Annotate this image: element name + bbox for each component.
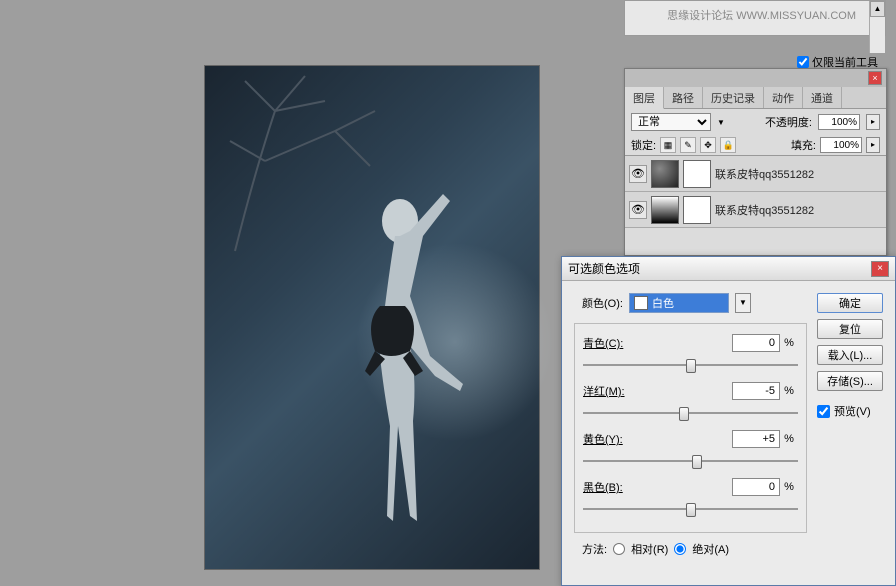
visibility-icon[interactable]: 👁	[629, 165, 647, 183]
absolute-label: 绝对(A)	[692, 541, 729, 557]
pct-label: %	[780, 385, 798, 397]
relative-radio[interactable]	[613, 543, 625, 555]
yellow-slider[interactable]	[583, 452, 798, 470]
color-dropdown[interactable]: 白色	[629, 293, 729, 313]
panel-header: ×	[625, 69, 886, 87]
lock-position-icon[interactable]: ✥	[700, 137, 716, 153]
dialog-titlebar[interactable]: 可选颜色选项 ×	[562, 257, 895, 281]
blend-mode-select[interactable]: 正常	[631, 113, 711, 131]
opacity-input[interactable]	[818, 114, 860, 130]
dialog-close-button[interactable]: ×	[871, 261, 889, 277]
tab-history[interactable]: 历史记录	[703, 87, 764, 108]
tool-only-checkbox[interactable]	[797, 56, 809, 68]
load-button[interactable]: 载入(L)...	[817, 345, 883, 365]
black-input[interactable]	[732, 478, 780, 496]
method-row: 方法: 相对(R) 绝对(A)	[574, 541, 807, 557]
panel-close-button[interactable]: ×	[868, 71, 882, 85]
visibility-icon[interactable]: 👁	[629, 201, 647, 219]
tab-layers[interactable]: 图层	[625, 87, 664, 109]
fill-input[interactable]	[820, 137, 862, 153]
pct-label: %	[780, 337, 798, 349]
lock-transparency-icon[interactable]: ▦	[660, 137, 676, 153]
dialog-title: 可选颜色选项	[568, 260, 640, 277]
preview-label: 预览(V)	[834, 403, 871, 419]
slider-group: 青色(C):% 洋红(M):% 黄色(Y):% 黑色(B):%	[574, 323, 807, 533]
selective-color-dialog: 可选颜色选项 × 颜色(O): 白色 ▼ 青色(C):% 洋红(M):% 黄色(…	[561, 256, 896, 586]
magenta-slider[interactable]	[583, 404, 798, 422]
layer-item[interactable]: 👁 联系皮特qq3551282	[625, 192, 886, 228]
pct-label: %	[780, 481, 798, 493]
layer-name-label: 联系皮特qq3551282	[715, 166, 814, 182]
tab-paths[interactable]: 路径	[664, 87, 703, 108]
yellow-input[interactable]	[732, 430, 780, 448]
layer-name-label: 联系皮特qq3551282	[715, 202, 814, 218]
color-label: 颜色(O):	[582, 295, 623, 311]
layer-mask-thumbnail[interactable]	[683, 160, 711, 188]
yellow-label: 黄色(Y):	[583, 431, 641, 447]
layer-item[interactable]: 👁 联系皮特qq3551282	[625, 156, 886, 192]
layer-thumbnail[interactable]	[651, 196, 679, 224]
scrollbar[interactable]: ▲	[869, 1, 885, 53]
ok-button[interactable]: 确定	[817, 293, 883, 313]
preview-row: 预览(V)	[817, 403, 883, 419]
tab-channels[interactable]: 通道	[803, 87, 842, 108]
fill-arrow-icon[interactable]: ▸	[866, 137, 880, 153]
opacity-label: 不透明度:	[765, 114, 812, 130]
black-slider[interactable]	[583, 500, 798, 518]
cyan-input[interactable]	[732, 334, 780, 352]
layer-thumbnail[interactable]	[651, 160, 679, 188]
lock-all-icon[interactable]: 🔒	[720, 137, 736, 153]
dancer-figure	[295, 176, 495, 556]
lock-label: 锁定:	[631, 137, 656, 153]
canvas-image[interactable]	[204, 65, 540, 570]
tab-actions[interactable]: 动作	[764, 87, 803, 108]
dropdown-arrow-icon[interactable]: ▼	[735, 293, 751, 313]
method-label: 方法:	[582, 541, 607, 557]
blend-mode-row: 正常 ▼ 不透明度: ▸	[625, 109, 886, 135]
save-button[interactable]: 存储(S)...	[817, 371, 883, 391]
lock-pixels-icon[interactable]: ✎	[680, 137, 696, 153]
cyan-label: 青色(C):	[583, 335, 641, 351]
scroll-up-icon[interactable]: ▲	[870, 1, 885, 17]
color-swatch-icon	[634, 296, 648, 310]
relative-label: 相对(R)	[631, 541, 668, 557]
cancel-button[interactable]: 复位	[817, 319, 883, 339]
black-label: 黑色(B):	[583, 479, 641, 495]
color-selected-label: 白色	[652, 295, 674, 311]
fill-label: 填充:	[791, 137, 816, 153]
pct-label: %	[780, 433, 798, 445]
layer-list: 👁 联系皮特qq3551282 👁 联系皮特qq3551282	[625, 155, 886, 228]
watermark-text: 思缘设计论坛 WWW.MISSYUAN.COM	[667, 7, 856, 23]
layers-panel: × 图层 路径 历史记录 动作 通道 正常 ▼ 不透明度: ▸ 锁定: ▦ ✎ …	[624, 68, 887, 256]
lock-row: 锁定: ▦ ✎ ✥ 🔒 填充: ▸	[625, 135, 886, 155]
color-select-row: 颜色(O): 白色 ▼	[574, 293, 807, 313]
absolute-radio[interactable]	[674, 543, 686, 555]
layer-mask-thumbnail[interactable]	[683, 196, 711, 224]
preview-checkbox[interactable]	[817, 405, 830, 418]
magenta-input[interactable]	[732, 382, 780, 400]
magenta-label: 洋红(M):	[583, 383, 641, 399]
opacity-arrow-icon[interactable]: ▸	[866, 114, 880, 130]
panel-tabs: 图层 路径 历史记录 动作 通道	[625, 87, 886, 109]
cyan-slider[interactable]	[583, 356, 798, 374]
